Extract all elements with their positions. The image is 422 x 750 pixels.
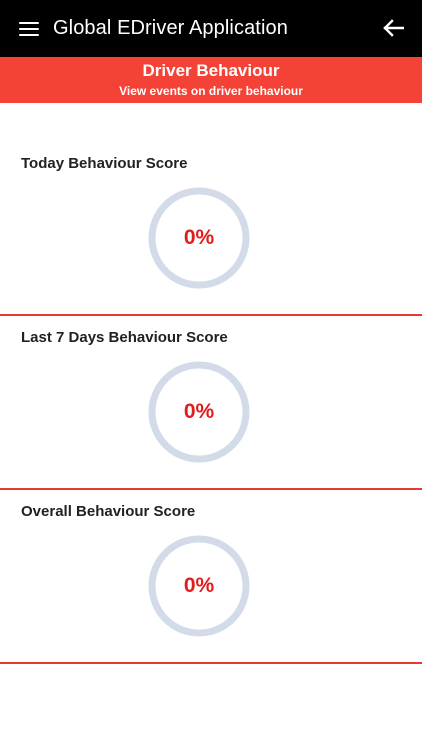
banner-title: Driver Behaviour [142, 61, 280, 80]
score-value: 0% [183, 400, 215, 423]
app-title: Global EDriver Application [53, 17, 288, 39]
score-gauge: 0% [147, 534, 251, 638]
score-card-today[interactable]: Today Behaviour Score 0% [0, 144, 422, 316]
score-card-title: Last 7 Days Behaviour Score [21, 329, 228, 346]
section-banner: Driver Behaviour View events on driver b… [0, 57, 422, 103]
arrow-left-icon[interactable] [382, 18, 404, 38]
banner-subtitle: View events on driver behaviour [119, 84, 303, 98]
score-card-last-7-days[interactable]: Last 7 Days Behaviour Score 0% [0, 318, 422, 490]
score-value: 0% [183, 226, 215, 249]
score-card-title: Today Behaviour Score [21, 155, 188, 172]
score-value: 0% [183, 574, 215, 597]
score-card-overall[interactable]: Overall Behaviour Score 0% [0, 492, 422, 664]
app-bar: Global EDriver Application [0, 0, 422, 57]
score-gauge: 0% [147, 360, 251, 464]
score-card-title: Overall Behaviour Score [21, 503, 196, 520]
driver-behaviour-screen: Global EDriver Application Driver Behavi… [0, 0, 422, 750]
hamburger-menu-icon[interactable] [19, 21, 39, 36]
score-gauge: 0% [147, 186, 251, 290]
